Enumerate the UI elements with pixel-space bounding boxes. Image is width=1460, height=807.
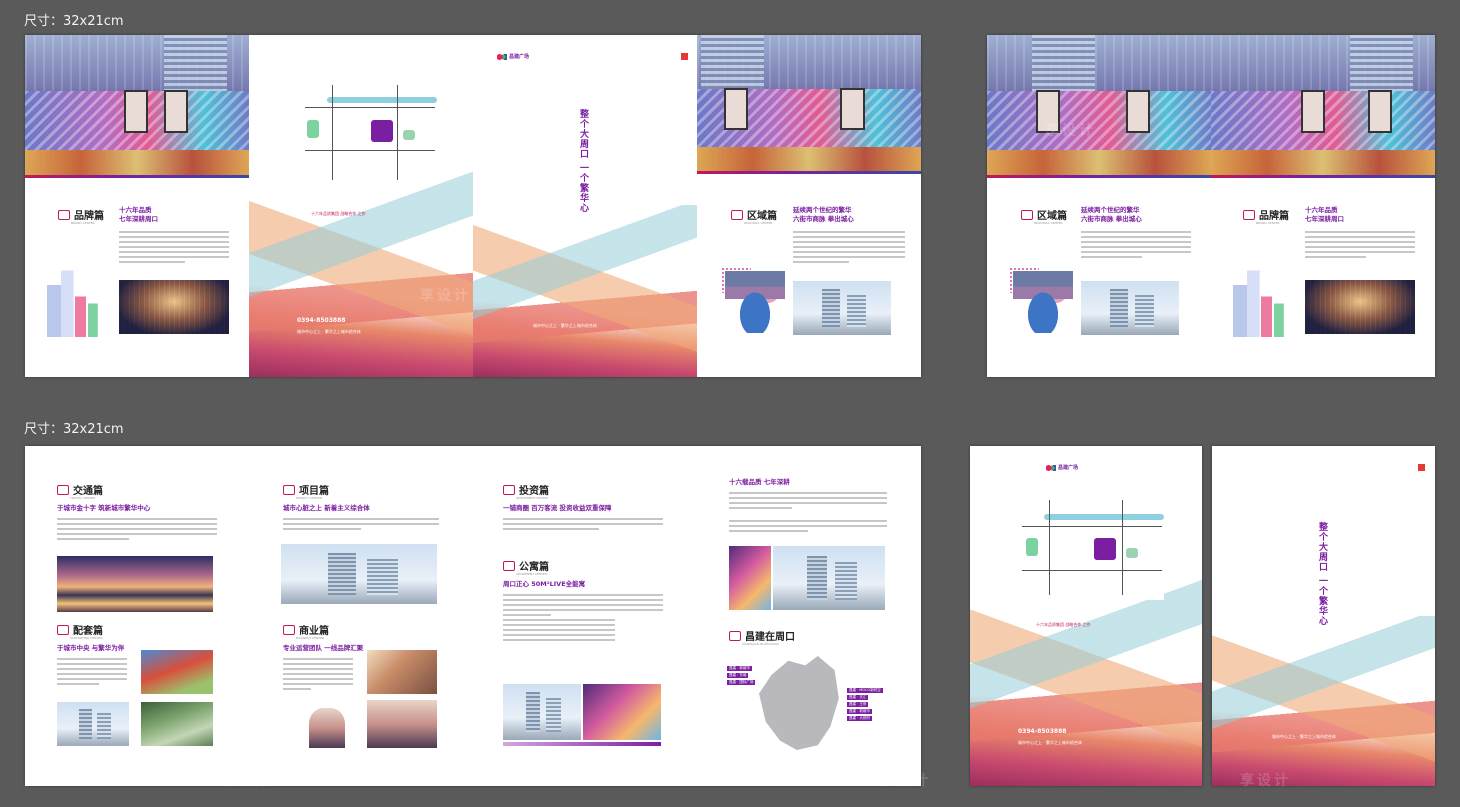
- page-map-cover: 十六年品质集团 战略合作 之作 0394-8503888 城市中心之上 · 繁华…: [249, 35, 473, 377]
- cover-phone: 0394-8503888: [297, 317, 346, 324]
- watermark: 享设计: [1240, 773, 1291, 789]
- cover-slogan-right: 整个大周口 一个繁华心: [1317, 522, 1327, 627]
- watermark: 享设计: [1045, 123, 1096, 139]
- page-traffic: 交通篇 TRAFFIC CENTER 于城市金十字 筑新城市繁华中心 配套篇 S…: [25, 446, 249, 786]
- watermark: 享设计: [220, 773, 271, 789]
- brochure-spread-bottom: 交通篇 TRAFFIC CENTER 于城市金十字 筑新城市繁华中心 配套篇 S…: [25, 446, 921, 786]
- mall-photo: [25, 35, 249, 175]
- group-logo-icon: [681, 53, 688, 60]
- shopping-woman-photo: [309, 708, 345, 748]
- zhoukou-district-map: [759, 656, 839, 750]
- watermark: 享设计: [420, 288, 471, 304]
- cover-subline: 十六年品质集团 战略合作 之作: [311, 211, 366, 216]
- brand-en: BRAND CENTER: [71, 221, 95, 225]
- page-project: 项目篇 PROJECT CENTER 城市心脏之上 新着主义综合体 商业篇 BU…: [249, 446, 473, 786]
- section-badge-icon: [731, 209, 743, 220]
- page-zhoukou: 十六载品质 七年深耕 昌建在周口 CHANGJIAN IN ZHOUKOU 昌建…: [697, 446, 921, 786]
- brand-heading: 品牌篇: [58, 207, 104, 222]
- brand-body: [119, 231, 229, 266]
- page-brand: 品牌篇 BRAND CENTER 十六年品质 七年深耕周口: [25, 35, 249, 377]
- city-night-photo: [119, 280, 229, 334]
- brochure-spread-top-right: 区域篇 REGIONAL CENTER 延续两个世纪的繁华 六街市商脉 拳出城心…: [987, 35, 1435, 377]
- page-region: 区域篇 REGIONAL CENTER 延续两个世纪的繁华 六街市商脉 拳出城心: [697, 35, 921, 377]
- landmark-illustration: [725, 271, 785, 333]
- city-dusk-photo: [57, 556, 213, 612]
- tower-render-photo: [793, 281, 891, 335]
- party-photo: [583, 684, 661, 740]
- watermark: 享设计: [880, 773, 931, 789]
- size-label-top: 尺寸：32x21cm: [24, 14, 124, 29]
- page-investment: 投资篇 INVESTMENT CENTER 一铺商圈 百万客流 投资收益双重保障…: [473, 446, 697, 786]
- iso-city-illustration: [41, 263, 111, 337]
- location-map: [287, 75, 437, 185]
- size-label-bottom: 尺寸：32x21cm: [24, 422, 124, 437]
- page-front-cover: 昌建广场 整个大周口 一个繁华心 城市中心之上 · 繁华之上城市综合体: [473, 35, 697, 377]
- ribbon-background: [249, 165, 473, 377]
- front-slogan: 整个大周口 一个繁华心: [578, 109, 588, 214]
- section-badge-icon: [58, 209, 70, 220]
- brand-accent: 十六年品质 七年深耕周口: [119, 206, 158, 223]
- mall-photo-right: [697, 35, 921, 171]
- watermark: 享设计: [505, 123, 556, 139]
- brand-logo: 昌建广场: [497, 53, 529, 60]
- logo-icon: [497, 53, 507, 60]
- project-render-photo: [281, 544, 437, 604]
- brochure-cover-left: 昌建广场 十六年品质集团 战略合作 之作 0394-8503888 城市中心之上…: [970, 446, 1202, 786]
- cover-tagline: 城市中心之上 · 繁华之上城市综合体: [297, 329, 361, 334]
- brochure-cover-right: 整个大周口 一个繁华心 城市中心之上 · 繁华之上城市综合体: [1212, 446, 1435, 786]
- brochure-spread-top: 品牌篇 BRAND CENTER 十六年品质 七年深耕周口 十六年品质集团 战略…: [25, 35, 921, 377]
